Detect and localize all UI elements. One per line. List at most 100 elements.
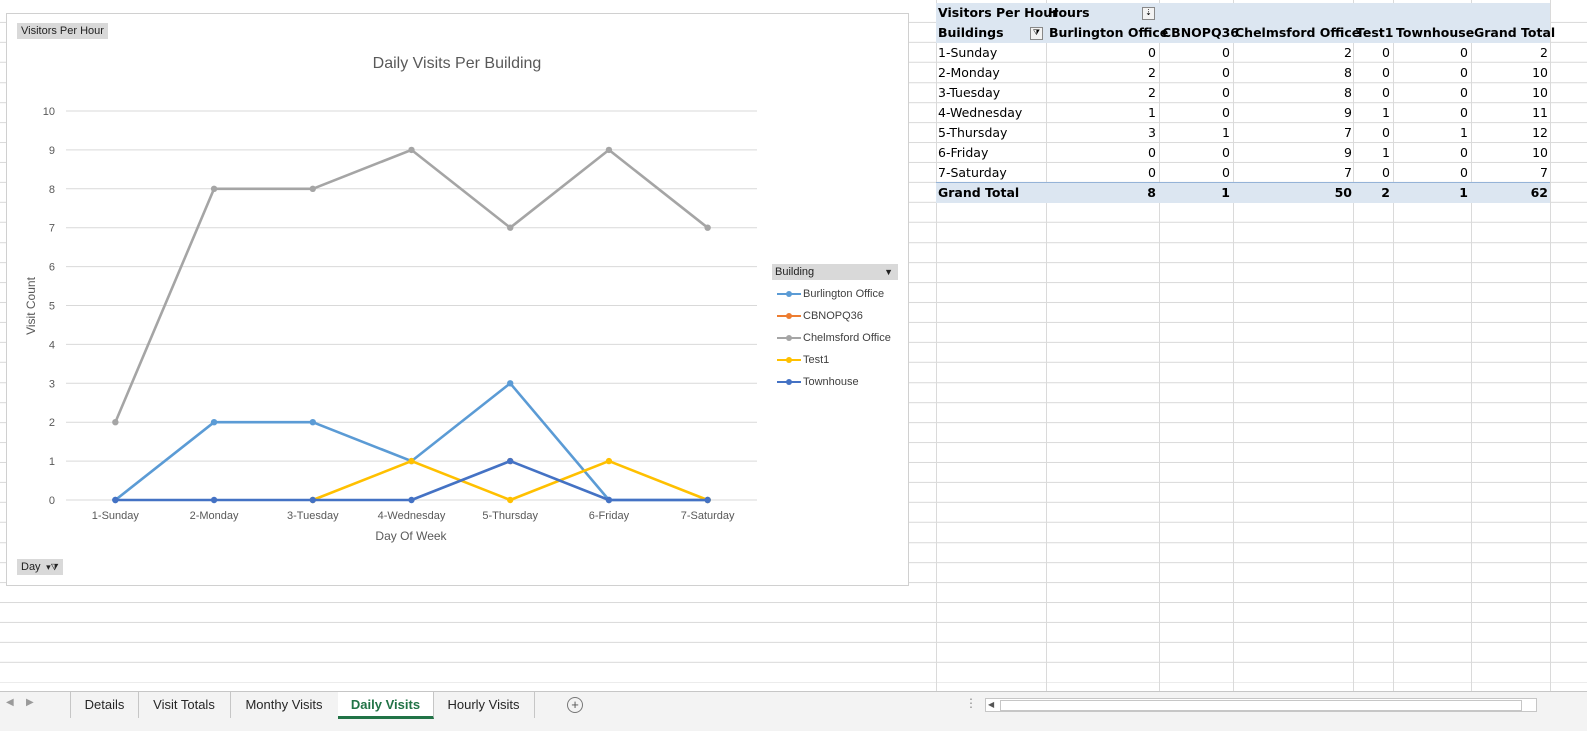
pivot-value-cell[interactable]: 0: [1096, 163, 1156, 183]
pivot-value-cell[interactable]: 0: [1408, 103, 1468, 123]
pivot-value-cell[interactable]: 0: [1330, 163, 1390, 183]
series-line-burlington-office: [114, 381, 708, 502]
pivot-row-label: 1-Sunday: [938, 45, 998, 60]
pivot-value-cell[interactable]: 0: [1330, 83, 1390, 103]
horizontal-scrollbar[interactable]: ◀: [985, 698, 1537, 712]
pivot-data-row: 1-Sunday 0 0 2 0 0 2: [936, 43, 1550, 63]
data-point-chelmsford-office: [309, 185, 316, 192]
pivot-corner-label: Visitors Per Hour: [938, 5, 1059, 20]
pivot-value-cell[interactable]: 10: [1488, 83, 1548, 103]
pivot-column-header: Chelmsford Office: [1235, 25, 1361, 40]
series-line-townhouse: [115, 459, 708, 502]
pivot-value-cell[interactable]: 2: [1096, 83, 1156, 103]
pivot-value-cell[interactable]: 0: [1330, 123, 1390, 143]
x-tick-label: 7-Saturday: [681, 510, 735, 522]
data-point-townhouse: [309, 496, 316, 504]
y-tick-label: 1: [49, 456, 55, 468]
scroll-tabs-right-icon[interactable]: ▶: [26, 697, 34, 708]
legend-marker: [775, 331, 803, 345]
row-filter-icon[interactable]: ⧩: [1030, 23, 1045, 43]
pivot-value-cell[interactable]: 1: [1408, 183, 1468, 203]
pivot-value-cell[interactable]: 2: [1488, 43, 1548, 63]
pivot-value-cell[interactable]: 0: [1170, 63, 1230, 83]
data-point-burlington-office: [210, 419, 218, 426]
pivot-value-cell[interactable]: 0: [1096, 143, 1156, 163]
pivot-value-cell[interactable]: 2: [1096, 63, 1156, 83]
pivot-grand-total-row: Grand Total 8 1 50 2 1 62: [936, 182, 1550, 203]
pivot-value-cell[interactable]: 62: [1488, 183, 1548, 203]
pivot-value-cell[interactable]: 10: [1488, 63, 1548, 83]
pivot-value-cell[interactable]: 0: [1170, 163, 1230, 183]
pivot-value-cell[interactable]: 0: [1408, 163, 1468, 183]
pivot-value-cell[interactable]: 3: [1096, 123, 1156, 143]
tab-daily-visits[interactable]: Daily Visits: [338, 692, 434, 719]
tab-details[interactable]: Details: [71, 692, 139, 718]
scroll-left-arrow-icon[interactable]: ◀: [988, 700, 994, 709]
pivot-value-cell[interactable]: 1: [1170, 183, 1230, 203]
pivot-value-cell[interactable]: 11: [1488, 103, 1548, 123]
pivot-column-header: Townhouse: [1396, 25, 1475, 40]
pivot-value-cell[interactable]: 1: [1170, 123, 1230, 143]
add-sheet-icon[interactable]: +: [567, 697, 583, 713]
data-point-townhouse: [605, 496, 613, 504]
dropdown-arrow-icon: ▼: [884, 267, 893, 277]
legend-label: Test1: [803, 353, 830, 366]
data-point-test1: [605, 457, 613, 465]
pivot-value-cell[interactable]: 10: [1488, 143, 1548, 163]
worksheet-grid[interactable]: Visitors Per Hour Daily Visits Per Build…: [0, 0, 1587, 691]
x-tick-label: 1-Sunday: [92, 510, 140, 522]
grid-column-line: [1550, 0, 1551, 691]
pivot-value-cell[interactable]: 0: [1170, 103, 1230, 123]
tab-visit-totals[interactable]: Visit Totals: [138, 692, 231, 718]
pivot-value-cell[interactable]: 0: [1408, 63, 1468, 83]
pivot-value-cell[interactable]: 1: [1096, 103, 1156, 123]
pivot-value-cell[interactable]: 0: [1170, 143, 1230, 163]
pivot-value-cell[interactable]: 1: [1408, 123, 1468, 143]
data-point-townhouse: [112, 496, 119, 504]
tab-monthy-visits[interactable]: Monthy Visits: [230, 692, 339, 718]
scroll-tabs-left-icon[interactable]: ◀: [6, 697, 14, 708]
pivot-value-cell[interactable]: 0: [1330, 43, 1390, 63]
pivot-value-cell[interactable]: 1: [1330, 143, 1390, 163]
pivot-value-cell[interactable]: 2: [1330, 183, 1390, 203]
pivot-row-label: 4-Wednesday: [938, 105, 1023, 120]
pivot-value-cell[interactable]: 0: [1170, 83, 1230, 103]
pivot-chart[interactable]: Visitors Per Hour Daily Visits Per Build…: [6, 13, 909, 586]
pivot-value-cell[interactable]: 12: [1488, 123, 1548, 143]
pivot-value-cell[interactable]: 7: [1488, 163, 1548, 183]
y-tick-label: 7: [49, 223, 55, 235]
data-point-test1: [507, 496, 514, 504]
pivot-value-cell[interactable]: 0: [1170, 43, 1230, 63]
legend-marker: [775, 375, 803, 389]
pivot-data-row: 6-Friday 0 0 9 1 0 10: [936, 143, 1550, 163]
data-point-chelmsford-office: [507, 224, 514, 231]
y-tick-label: 4: [49, 339, 55, 351]
data-point-chelmsford-office: [210, 185, 218, 192]
pivot-value-cell[interactable]: 1: [1330, 103, 1390, 123]
legend-item: Test1: [775, 353, 829, 367]
pivot-value-cell[interactable]: 0: [1096, 43, 1156, 63]
data-point-townhouse: [704, 496, 711, 504]
pivot-value-cell[interactable]: 8: [1096, 183, 1156, 203]
pivot-column-header: Test1: [1356, 25, 1394, 40]
sort-filter-icon[interactable]: ⇣: [1142, 3, 1157, 23]
legend-label: Townhouse: [803, 375, 859, 388]
x-tick-label: 4-Wednesday: [378, 510, 446, 522]
pivot-value-cell[interactable]: 0: [1408, 143, 1468, 163]
y-tick-label: 5: [49, 301, 55, 313]
scrollbar-thumb[interactable]: [1000, 700, 1522, 711]
vertical-dots-icon[interactable]: ⋮: [965, 696, 977, 710]
pivot-value-cell[interactable]: 0: [1330, 63, 1390, 83]
pivot-value-cell[interactable]: 0: [1408, 43, 1468, 63]
tab-hourly-visits[interactable]: Hourly Visits: [433, 692, 535, 718]
data-point-chelmsford-office: [605, 146, 613, 154]
legend-label: CBNOPQ36: [803, 309, 863, 322]
legend-building-filter[interactable]: Building ▼: [772, 264, 898, 280]
data-point-burlington-office: [507, 380, 514, 387]
pivot-column-header: CBNOPQ36: [1162, 25, 1239, 40]
day-field-label: Day: [21, 561, 41, 573]
legend-label: Chelmsford Office: [803, 331, 891, 344]
pivot-row-label: 7-Saturday: [938, 165, 1007, 180]
pivot-value-cell[interactable]: 0: [1408, 83, 1468, 103]
day-field-button[interactable]: Day ▾⧩: [17, 559, 63, 575]
